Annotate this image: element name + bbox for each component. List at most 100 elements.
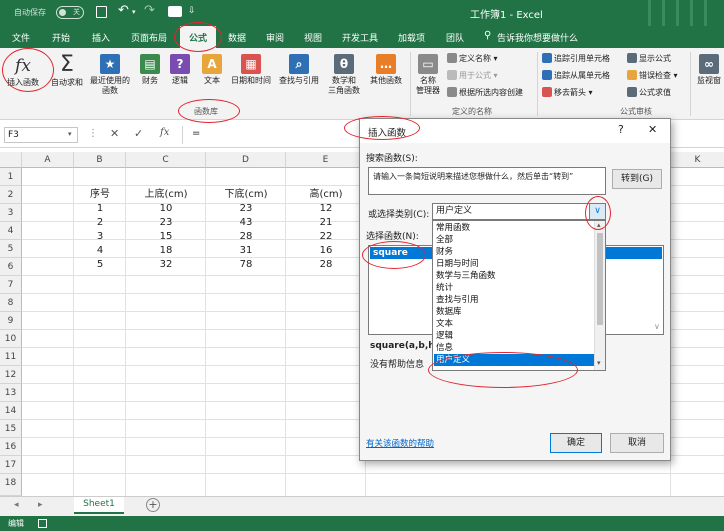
row-header[interactable]: 9 bbox=[0, 312, 22, 330]
column-header-k[interactable]: K bbox=[671, 152, 724, 168]
name-manager-button[interactable]: ▭ 名称 管理器 bbox=[412, 54, 444, 96]
scroll-up-icon[interactable]: ▴ bbox=[597, 221, 601, 229]
category-select[interactable]: 用户定义 bbox=[432, 203, 606, 220]
function-help-link[interactable]: 有关该函数的帮助 bbox=[366, 437, 434, 449]
cancel-button[interactable]: 取消 bbox=[610, 433, 664, 453]
touch-mode-icon[interactable] bbox=[168, 6, 182, 17]
column-header-d[interactable]: D bbox=[206, 152, 286, 168]
select-all-corner[interactable] bbox=[0, 152, 22, 168]
category-option[interactable]: 全部 bbox=[434, 234, 600, 246]
row-header[interactable]: 17 bbox=[0, 456, 22, 474]
row-header[interactable]: 11 bbox=[0, 348, 22, 366]
dialog-close-button[interactable]: ✕ bbox=[648, 123, 657, 136]
use-in-formula-button[interactable]: 用于公式 ▾ bbox=[447, 70, 498, 81]
more-functions-button[interactable]: … 其他函数 bbox=[366, 54, 406, 86]
tab-file[interactable]: 文件 bbox=[12, 31, 30, 44]
category-option[interactable]: 查找与引用 bbox=[434, 294, 600, 306]
save-icon[interactable] bbox=[96, 6, 107, 18]
table-cell[interactable]: 32 bbox=[126, 256, 206, 274]
category-scrollbar[interactable]: ▴ ▾ bbox=[594, 221, 605, 370]
row-header[interactable]: 15 bbox=[0, 420, 22, 438]
row-header[interactable]: 18 bbox=[0, 474, 22, 496]
category-option[interactable]: 数学与三角函数 bbox=[434, 270, 600, 282]
row-header[interactable]: 6 bbox=[0, 258, 22, 276]
customize-qat-icon[interactable]: ⇩ bbox=[188, 6, 196, 16]
row-header[interactable]: 4 bbox=[0, 222, 22, 240]
scrollbar-thumb[interactable] bbox=[597, 233, 603, 325]
category-option[interactable]: 日期与时间 bbox=[434, 258, 600, 270]
error-checking-button[interactable]: 错误检查 ▾ bbox=[627, 70, 678, 81]
row-header[interactable]: 12 bbox=[0, 366, 22, 384]
tab-home[interactable]: 开始 bbox=[52, 31, 70, 44]
math-trig-button[interactable]: θ 数学和 三角函数 bbox=[324, 54, 364, 96]
category-dropdown-list[interactable]: 常用函数 全部 财务 日期与时间 数学与三角函数 统计 查找与引用 数据库 文本… bbox=[432, 220, 606, 371]
autosum-button[interactable]: Σ 自动求和 bbox=[46, 52, 88, 88]
scroll-left-icon[interactable]: ◂ bbox=[14, 500, 19, 510]
show-formulas-button[interactable]: 显示公式 bbox=[627, 53, 671, 64]
row-header[interactable]: 10 bbox=[0, 330, 22, 348]
category-option[interactable]: 信息 bbox=[434, 342, 600, 354]
category-option-selected[interactable]: 用户定义 bbox=[434, 354, 600, 366]
remove-arrows-button[interactable]: 移去箭头 ▾ bbox=[542, 87, 593, 98]
name-box-dropdown-icon[interactable]: ▾ bbox=[68, 130, 72, 138]
confirm-entry-icon[interactable]: ✓ bbox=[134, 127, 143, 140]
datetime-button[interactable]: ▦ 日期和时间 bbox=[228, 54, 274, 86]
sheet-tab-sheet1[interactable]: Sheet1 bbox=[74, 497, 124, 514]
tell-me-box[interactable]: 告诉我你想要做什么 bbox=[497, 31, 578, 44]
trace-dependents-button[interactable]: 追踪从属单元格 bbox=[542, 70, 610, 81]
row-header[interactable]: 1 bbox=[0, 168, 22, 186]
column-header-b[interactable]: B bbox=[74, 152, 126, 168]
table-cell[interactable]: 28 bbox=[286, 256, 366, 274]
undo-icon[interactable]: ↶ bbox=[118, 3, 129, 18]
row-header[interactable]: 14 bbox=[0, 402, 22, 420]
add-sheet-icon[interactable]: + bbox=[146, 498, 160, 512]
autosave-toggle[interactable]: 关 bbox=[56, 6, 84, 19]
category-option[interactable]: 数据库 bbox=[434, 306, 600, 318]
category-option[interactable]: 逻辑 bbox=[434, 330, 600, 342]
insert-function-button[interactable]: fx 插入函数 bbox=[3, 54, 43, 88]
tab-insert[interactable]: 插入 bbox=[92, 31, 110, 44]
row-header[interactable]: 5 bbox=[0, 240, 22, 258]
table-cell[interactable]: 5 bbox=[74, 256, 126, 274]
scroll-right-icon[interactable]: ▸ bbox=[38, 500, 43, 510]
tab-page-layout[interactable]: 页面布局 bbox=[131, 31, 167, 44]
cancel-entry-icon[interactable]: ✕ bbox=[110, 127, 119, 140]
logical-button[interactable]: ? 逻辑 bbox=[166, 54, 194, 86]
column-header-a[interactable]: A bbox=[22, 152, 74, 168]
search-function-input[interactable]: 请输入一条简短说明来描述您想做什么，然后单击“转到” bbox=[368, 167, 606, 195]
ok-button[interactable]: 确定 bbox=[550, 433, 602, 453]
category-option[interactable]: 文本 bbox=[434, 318, 600, 330]
column-header-c[interactable]: C bbox=[126, 152, 206, 168]
list-scroll-down-icon[interactable]: ∨ bbox=[654, 322, 660, 331]
financial-button[interactable]: ▤ 财务 bbox=[136, 54, 164, 86]
text-button[interactable]: A 文本 bbox=[198, 54, 226, 86]
row-header[interactable]: 8 bbox=[0, 294, 22, 312]
tab-data[interactable]: 数据 bbox=[228, 31, 246, 44]
row-header[interactable]: 16 bbox=[0, 438, 22, 456]
tab-formulas[interactable]: 公式 bbox=[180, 26, 217, 48]
name-box[interactable]: F3 bbox=[4, 127, 78, 143]
tab-review[interactable]: 审阅 bbox=[266, 31, 284, 44]
tab-view[interactable]: 视图 bbox=[304, 31, 322, 44]
fx-icon[interactable]: fx bbox=[160, 127, 169, 138]
tab-addins[interactable]: 加载项 bbox=[398, 31, 425, 44]
row-header[interactable]: 7 bbox=[0, 276, 22, 294]
category-option[interactable]: 常用函数 bbox=[434, 222, 600, 234]
create-from-selection-button[interactable]: 根据所选内容创建 bbox=[447, 87, 523, 98]
table-cell[interactable]: 78 bbox=[206, 256, 286, 274]
macro-record-icon[interactable] bbox=[38, 519, 47, 528]
row-header[interactable]: 13 bbox=[0, 384, 22, 402]
column-header-e[interactable]: E bbox=[286, 152, 366, 168]
goto-button[interactable]: 转到(G) bbox=[612, 169, 662, 189]
lookup-button[interactable]: ⌕ 查找与引用 bbox=[276, 54, 322, 86]
category-dropdown-arrow-icon[interactable]: ∨ bbox=[589, 204, 605, 219]
watch-window-button[interactable]: ∞ 监视窗 bbox=[694, 54, 724, 86]
category-option[interactable]: 财务 bbox=[434, 246, 600, 258]
trace-precedents-button[interactable]: 追踪引用单元格 bbox=[542, 53, 610, 64]
redo-icon[interactable]: ↷ bbox=[144, 3, 155, 18]
formula-input[interactable]: = bbox=[192, 128, 200, 139]
dialog-help-button[interactable]: ? bbox=[618, 123, 624, 136]
define-name-button[interactable]: 定义名称 ▾ bbox=[447, 53, 498, 64]
recent-functions-button[interactable]: ★ 最近使用的 函数 bbox=[88, 54, 132, 96]
row-header[interactable]: 3 bbox=[0, 204, 22, 222]
